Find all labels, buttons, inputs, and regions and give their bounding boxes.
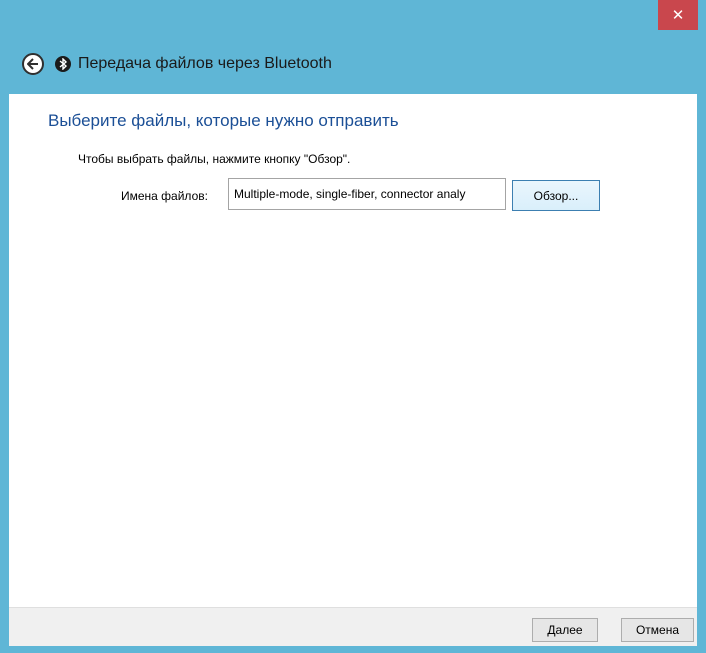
back-button[interactable] [22,53,44,75]
footer-bar: Далее Отмена [9,607,697,647]
window-title: Передача файлов через Bluetooth [78,55,332,72]
browse-button[interactable]: Обзор... [512,180,600,211]
title-bar: ✕ Передача файлов через Bluetooth [0,0,706,94]
page-heading: Выберите файлы, которые нужно отправить [48,111,399,130]
content-panel: Выберите файлы, которые нужно отправить … [9,94,697,607]
instruction-text: Чтобы выбрать файлы, нажмите кнопку "Обз… [78,152,351,166]
next-button[interactable]: Далее [532,618,598,642]
close-icon: ✕ [671,7,685,24]
file-names-input[interactable] [228,178,506,210]
bluetooth-transfer-window: ✕ Передача файлов через Bluetooth Выбери… [0,0,706,653]
close-button[interactable]: ✕ [658,0,698,30]
header-row: Передача файлов через Bluetooth [22,50,332,78]
window-bottom-border [0,646,706,653]
file-names-label: Имена файлов: [121,189,208,203]
back-arrow-icon [27,58,38,70]
cancel-button[interactable]: Отмена [621,618,694,642]
bluetooth-icon [55,56,71,72]
